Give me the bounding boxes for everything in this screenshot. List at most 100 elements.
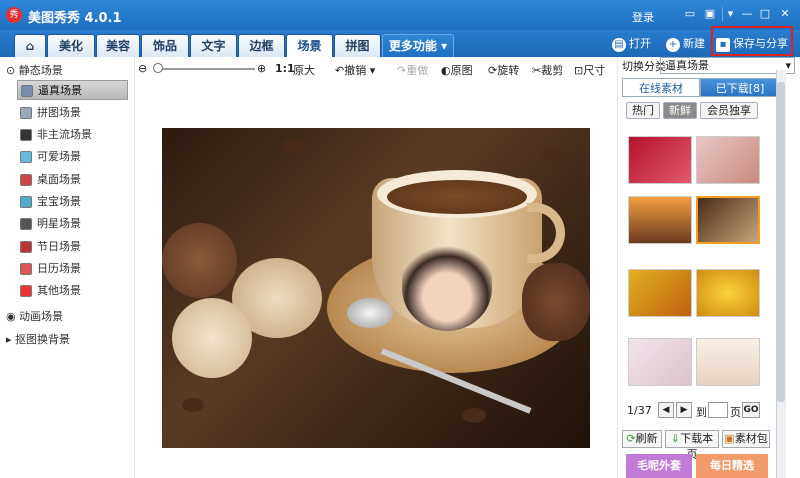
sidebar-item-desktop[interactable]: 桌面场景 (17, 170, 128, 190)
sidebar-item-festival[interactable]: 节日场景 (17, 237, 128, 257)
go-button[interactable]: GO (742, 402, 760, 418)
chevron-down-icon: ▾ (785, 59, 791, 72)
material-thumbnail[interactable] (696, 338, 760, 386)
minimize-icon[interactable]: — (739, 7, 755, 21)
download-page-button[interactable]: ⇓下载本页 (665, 430, 719, 461)
sidebar-item-other[interactable]: 其他场景 (17, 281, 128, 301)
sidebar-item-cute[interactable]: 可爱场景 (17, 147, 128, 167)
next-page-button[interactable]: ▶ (676, 402, 692, 418)
zoom-in-icon[interactable]: ⊕ (257, 62, 266, 75)
sidebar-item-celebrity[interactable]: 明星场景 (17, 214, 128, 234)
editing-area: ⊖ ⊕ 1:1 原大 ↶撤销 ▾ ↷重做 ◐原图 ⟳旋转 ✂裁剪 ⊡尺寸 (135, 57, 615, 478)
scene-icon (21, 85, 33, 97)
resize-icon: ⊡ (574, 64, 584, 77)
animated-scenes-group[interactable]: ◉ 动画场景 (6, 308, 63, 324)
macaron-chocolate (522, 263, 590, 341)
package-icon: ▣ (724, 432, 735, 445)
new-button[interactable]: + 新建 (666, 36, 705, 52)
scene-icon (20, 107, 32, 119)
undo-button[interactable]: ↶撤销 ▾ (335, 62, 375, 78)
app-title: 美图秀秀 4.0.1 (28, 11, 122, 26)
folder-icon: ▤ (612, 38, 626, 52)
open-button[interactable]: ▤ 打开 (612, 36, 651, 52)
material-thumbnail[interactable] (696, 269, 760, 317)
expand-icon: ▸ (6, 333, 16, 346)
promo-banner[interactable]: 每日精选 (696, 454, 768, 478)
sidebar-item-realistic[interactable]: 逼真场景 (17, 80, 128, 100)
page-number-input[interactable] (708, 402, 728, 418)
sidebar-item-label: 逼真场景 (38, 84, 82, 97)
tab-more-features[interactable]: 更多功能 ▾ (382, 34, 454, 57)
crop-icon: ✂ (532, 64, 542, 77)
scene-icon (20, 218, 32, 230)
prev-icon: ◀ (662, 405, 670, 415)
resize-button[interactable]: ⊡尺寸 (574, 62, 605, 78)
original-size-button[interactable]: 原大 (293, 62, 315, 78)
dropdown-icon[interactable]: ▾ (722, 7, 738, 21)
zoom-slider[interactable] (155, 68, 255, 70)
scene-category-panel: ⊙ 静态场景 逼真场景 拼图场景 非主流场景 可爱场景 桌面场景 宝宝场景 明星… (0, 57, 135, 478)
login-link[interactable]: 登录 (632, 9, 654, 25)
material-panel: 切换分类 逼真场景 ▾ 在线素材 已下载[8] 热门 新鲜 会员独享 1/37 ◀… (617, 57, 800, 478)
sidebar-item-baby[interactable]: 宝宝场景 (17, 192, 128, 212)
maximize-icon[interactable]: □ (757, 7, 773, 21)
tab-accessories[interactable]: 饰品 (141, 34, 189, 57)
material-thumbnail[interactable] (696, 136, 760, 184)
prev-page-button[interactable]: ◀ (658, 402, 674, 418)
coffee-bean (282, 138, 304, 152)
photo-canvas[interactable] (162, 128, 590, 448)
tab-downloaded[interactable]: 已下载[8] (700, 78, 780, 97)
original-image-button[interactable]: ◐原图 (441, 62, 473, 78)
material-thumbnail[interactable] (628, 269, 692, 317)
rotate-button[interactable]: ⟳旋转 (488, 62, 519, 78)
zoom-slider-handle[interactable] (153, 63, 163, 73)
refresh-button[interactable]: ⟳刷新 (622, 430, 662, 448)
material-thumbnail[interactable] (628, 338, 692, 386)
tab-collage[interactable]: 拼图 (334, 34, 381, 57)
sidebar-item-collage-scene[interactable]: 拼图场景 (17, 103, 128, 123)
redo-icon: ↷ (397, 64, 407, 77)
undo-label: 撤销 (344, 64, 367, 77)
scene-icon (20, 285, 32, 297)
chevron-down-icon: ▾ (436, 39, 448, 53)
chat-icon[interactable]: ▭ (682, 7, 698, 21)
filter-vip[interactable]: 会员独享 (700, 102, 758, 119)
cutout-background-group[interactable]: ▸ 抠图换背景 (6, 331, 70, 347)
scrollbar-thumb[interactable] (777, 82, 785, 402)
sidebar-item-alternative[interactable]: 非主流场景 (17, 125, 128, 145)
cup-handle (527, 203, 565, 263)
home-tab[interactable]: ⌂ (14, 34, 46, 57)
static-scenes-group[interactable]: ⊙ 静态场景 (6, 62, 63, 78)
redo-button[interactable]: ↷重做 (397, 62, 428, 78)
tab-beauty[interactable]: 美容 (96, 34, 140, 57)
close-icon[interactable]: ✕ (777, 7, 793, 21)
category-select[interactable]: 逼真场景 ▾ (660, 57, 795, 74)
filter-new[interactable]: 新鲜 (663, 102, 697, 119)
tab-scenes[interactable]: 场景 (286, 34, 333, 57)
zoom-out-icon[interactable]: ⊖ (138, 62, 147, 75)
redo-label: 重做 (406, 64, 429, 77)
sidebar-item-calendar[interactable]: 日历场景 (17, 259, 128, 279)
material-thumbnail[interactable] (628, 196, 692, 244)
tab-text[interactable]: 文字 (190, 34, 237, 57)
material-pack-button[interactable]: ▣素材包 (722, 430, 770, 448)
filter-hot[interactable]: 热门 (626, 102, 660, 119)
original-icon: ◐ (441, 64, 451, 77)
crop-button[interactable]: ✂裁剪 (532, 62, 563, 78)
app-logo: 秀 (6, 7, 22, 23)
material-thumbnail-selected[interactable] (696, 196, 760, 244)
sidebar-item-label: 非主流场景 (37, 128, 92, 141)
face-photo (402, 246, 492, 331)
tab-frames[interactable]: 边框 (238, 34, 285, 57)
zoom-ratio[interactable]: 1:1 (275, 62, 295, 75)
page-unit-label: 页 (730, 406, 741, 419)
promo-banner[interactable]: 毛呢外套 (626, 454, 692, 478)
material-thumbnail[interactable] (628, 136, 692, 184)
macaron-chocolate (162, 223, 237, 298)
sidebar-item-label: 其他场景 (37, 284, 81, 297)
tab-online-materials[interactable]: 在线素材 (622, 78, 700, 97)
refresh-label: 刷新 (635, 432, 658, 445)
tab-beautify[interactable]: 美化 (47, 34, 95, 57)
goto-label: 到 (696, 406, 707, 419)
settings-icon[interactable]: ▣ (702, 7, 718, 21)
